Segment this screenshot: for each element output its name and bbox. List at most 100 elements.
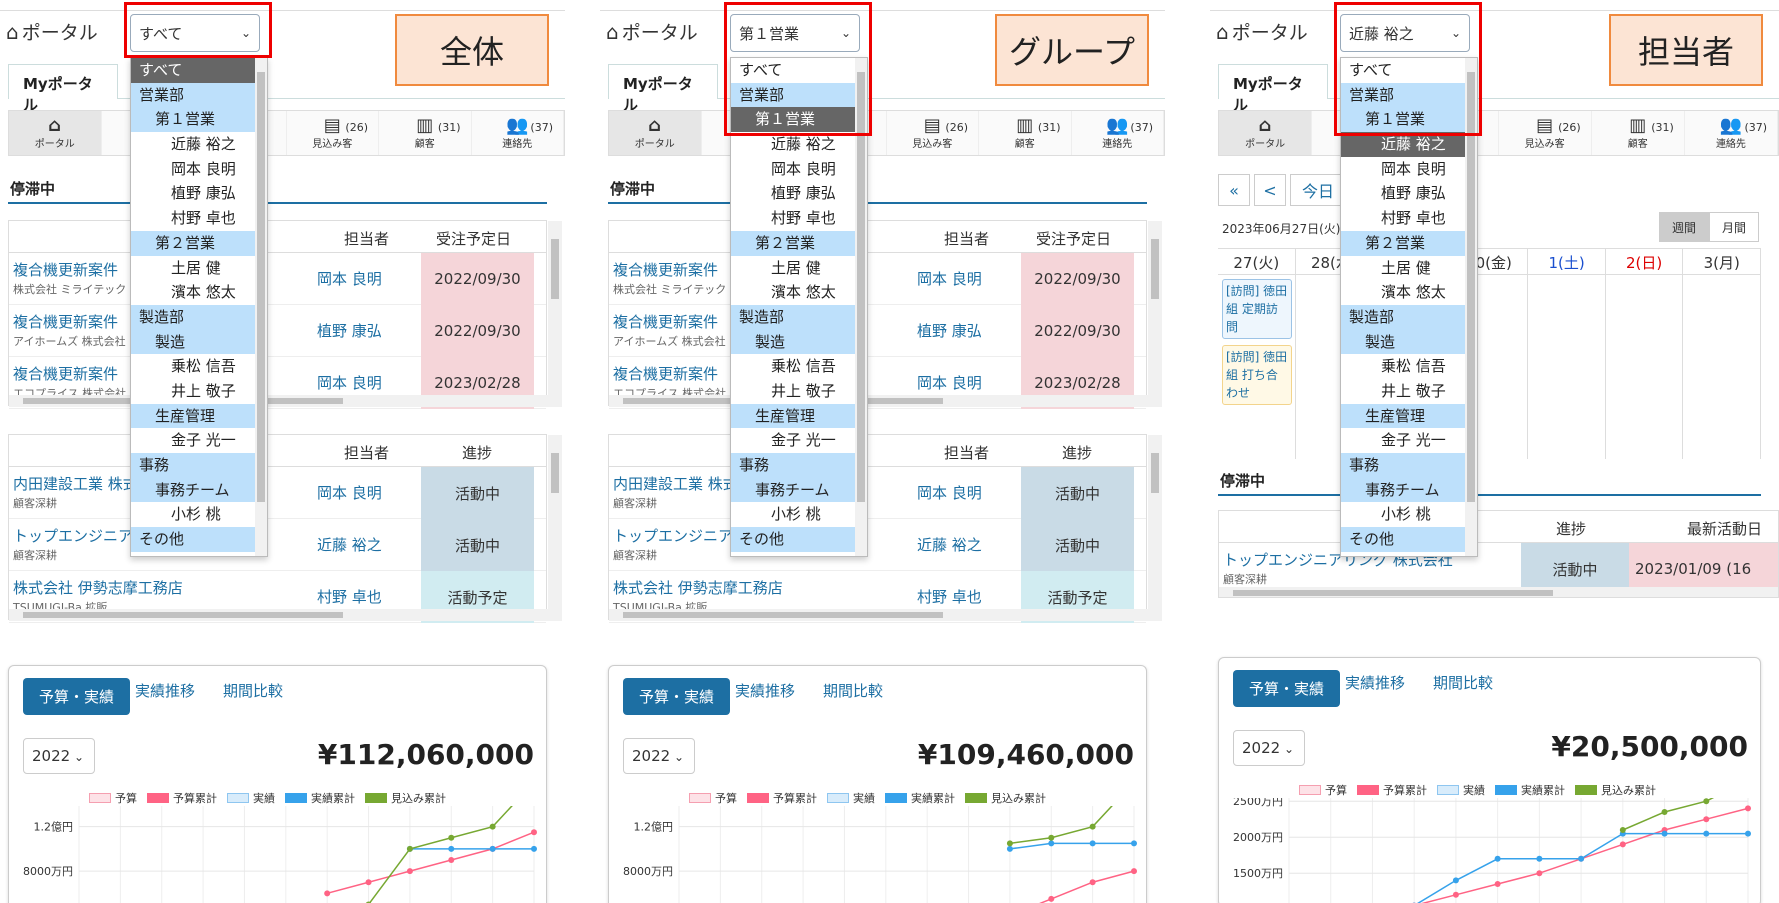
module-people[interactable]: 👥 連絡先 (37): [1072, 111, 1164, 155]
portal-heading[interactable]: ⌂ ポータル: [6, 18, 98, 45]
data-point[interactable]: [531, 829, 537, 836]
legend-entry[interactable]: 予算: [689, 790, 737, 806]
data-point[interactable]: [1661, 830, 1668, 837]
first-page-button[interactable]: «: [1218, 174, 1250, 206]
dropdown-option[interactable]: 事務: [1341, 453, 1477, 478]
customer-owner[interactable]: 近藤 裕之: [317, 534, 382, 555]
module-people[interactable]: 👥 連絡先 (37): [472, 111, 564, 155]
dropdown-option[interactable]: 事務: [131, 453, 267, 478]
legend-entry[interactable]: 見込み累計: [365, 790, 446, 806]
scroll-thumb[interactable]: [1151, 453, 1159, 493]
dropdown-option[interactable]: 事務チーム: [131, 477, 267, 503]
dropdown-option[interactable]: 村野 卓也: [1341, 206, 1477, 231]
horizontal-scrollbar[interactable]: [9, 395, 562, 407]
scroll-thumb[interactable]: [257, 72, 265, 502]
calendar-event[interactable]: [訪問] 徳田組 打ち合わせ: [1222, 345, 1292, 405]
dropdown-option[interactable]: 岡本 良明: [731, 157, 867, 182]
view-month-button[interactable]: 月間: [1709, 212, 1759, 242]
horizontal-scrollbar[interactable]: [9, 609, 562, 621]
deal-name[interactable]: 複合機更新案件: [613, 259, 718, 280]
vertical-scrollbar[interactable]: [548, 435, 562, 609]
deal-name[interactable]: 複合機更新案件: [613, 363, 718, 384]
dropdown-option[interactable]: 井上 敬子: [1341, 379, 1477, 404]
dropdown-option[interactable]: 事務: [731, 453, 867, 478]
tab-period-compare[interactable]: 期間比較: [223, 680, 283, 701]
dropdown-option[interactable]: 製造: [131, 329, 267, 355]
module-building[interactable]: ▥ 顧客 (31): [1592, 111, 1685, 155]
dropdown-option[interactable]: 製造部: [731, 304, 867, 330]
table-row[interactable]: 複合機更新案件 アイホームズ 株式会社 植野 康弘 2022/09/30: [9, 305, 546, 357]
dropdown-option[interactable]: 営業部: [131, 82, 267, 108]
legend-entry[interactable]: 実績累計: [1495, 782, 1565, 798]
module-building[interactable]: ▥ 顧客 (31): [979, 111, 1072, 155]
data-point[interactable]: [1452, 891, 1459, 898]
data-point[interactable]: [448, 845, 455, 852]
legend-entry[interactable]: 予算累計: [147, 790, 217, 806]
scroll-thumb[interactable]: [1233, 590, 1553, 596]
dropdown-option[interactable]: 井上 敬子: [731, 379, 867, 404]
dropdown-option[interactable]: 岡本 良明: [1341, 157, 1477, 182]
table-row[interactable]: 内田建設工業 株式会社 顧客深耕 岡本 良明 活動中: [9, 467, 546, 519]
data-point[interactable]: [1048, 895, 1055, 902]
dropdown-option[interactable]: 乗松 信吾: [731, 354, 867, 379]
data-point[interactable]: [448, 834, 455, 841]
data-point[interactable]: [489, 845, 496, 852]
legend-entry[interactable]: 見込み累計: [1575, 782, 1656, 798]
dropdown-option[interactable]: 近藤 裕之: [1341, 132, 1477, 157]
data-point[interactable]: [406, 845, 413, 852]
calendar-event[interactable]: [訪問] 徳田組 定期訪問: [1222, 279, 1292, 339]
dropdown-option[interactable]: 製造部: [1341, 304, 1477, 330]
dropdown-option[interactable]: 生産管理: [731, 403, 867, 429]
scroll-thumb[interactable]: [1151, 239, 1159, 299]
data-point[interactable]: [1703, 798, 1710, 805]
data-point[interactable]: [1536, 870, 1543, 877]
legend-entry[interactable]: 予算累計: [747, 790, 817, 806]
data-point[interactable]: [1661, 809, 1668, 815]
tab-budget-actual[interactable]: 予算・実績: [23, 678, 131, 715]
tab-actual-trend[interactable]: 実績推移: [1345, 672, 1405, 693]
table-row[interactable]: 複合機更新案件 アイホームズ 株式会社 植野 康弘 2022/09/30: [609, 305, 1146, 357]
dropdown-option[interactable]: すべて: [131, 58, 267, 83]
customer-name[interactable]: 株式会社 伊勢志摩工務店: [13, 577, 183, 598]
tab-period-compare[interactable]: 期間比較: [823, 680, 883, 701]
dropdown-option[interactable]: 営業部: [731, 82, 867, 108]
data-point[interactable]: [1745, 830, 1751, 837]
dropdown-option[interactable]: 井上 敬子: [131, 379, 267, 404]
data-point[interactable]: [1089, 840, 1096, 847]
customer-owner[interactable]: 村野 卓也: [317, 586, 382, 607]
dropdown-option[interactable]: すべて: [731, 58, 867, 83]
dropdown-option[interactable]: 土居 健: [731, 256, 867, 281]
data-point[interactable]: [1131, 840, 1137, 847]
dropdown-option[interactable]: 第１営業: [731, 107, 867, 133]
dropdown-option[interactable]: 植野 康弘: [131, 181, 267, 206]
customer-name[interactable]: 株式会社 伊勢志摩工務店: [613, 577, 783, 598]
deal-owner[interactable]: 岡本 良明: [917, 268, 982, 289]
portal-heading[interactable]: ⌂ ポータル: [1216, 18, 1308, 45]
data-point[interactable]: [1536, 855, 1543, 862]
dropdown-scrollbar[interactable]: [1465, 58, 1477, 556]
deal-name[interactable]: 複合機更新案件: [13, 363, 118, 384]
dropdown-option[interactable]: 乗松 信吾: [1341, 354, 1477, 379]
dropdown-option[interactable]: 第２営業: [1341, 230, 1477, 256]
member-select[interactable]: 第１営業 ⌄: [730, 14, 860, 52]
calendar-day-cell[interactable]: [1683, 275, 1761, 459]
data-point[interactable]: [489, 823, 496, 830]
dropdown-option[interactable]: 植野 康弘: [1341, 181, 1477, 206]
data-point[interactable]: [1494, 855, 1501, 862]
calendar-day-cell[interactable]: [1606, 275, 1684, 459]
dropdown-option[interactable]: 第１営業: [131, 107, 267, 133]
deal-owner[interactable]: 岡本 良明: [917, 372, 982, 393]
horizontal-scrollbar[interactable]: [1219, 587, 1778, 597]
view-week-button[interactable]: 週間: [1659, 212, 1709, 242]
table-row[interactable]: トップエンジニアリング 株式会社 顧客深耕 近藤 裕之 活動中: [9, 519, 546, 571]
dropdown-option[interactable]: その他: [1341, 527, 1477, 552]
year-select[interactable]: 2022 ⌄: [23, 738, 95, 774]
legend-entry[interactable]: 予算: [89, 790, 137, 806]
dropdown-option[interactable]: 近藤 裕之: [131, 132, 267, 157]
legend-entry[interactable]: 実績累計: [285, 790, 355, 806]
dropdown-option[interactable]: 第２営業: [731, 230, 867, 256]
legend-entry[interactable]: 予算: [1299, 782, 1347, 798]
deal-name[interactable]: 複合機更新案件: [613, 311, 718, 332]
dropdown-option[interactable]: 小杉 桃: [731, 502, 867, 527]
dropdown-scrollbar[interactable]: [855, 58, 867, 556]
